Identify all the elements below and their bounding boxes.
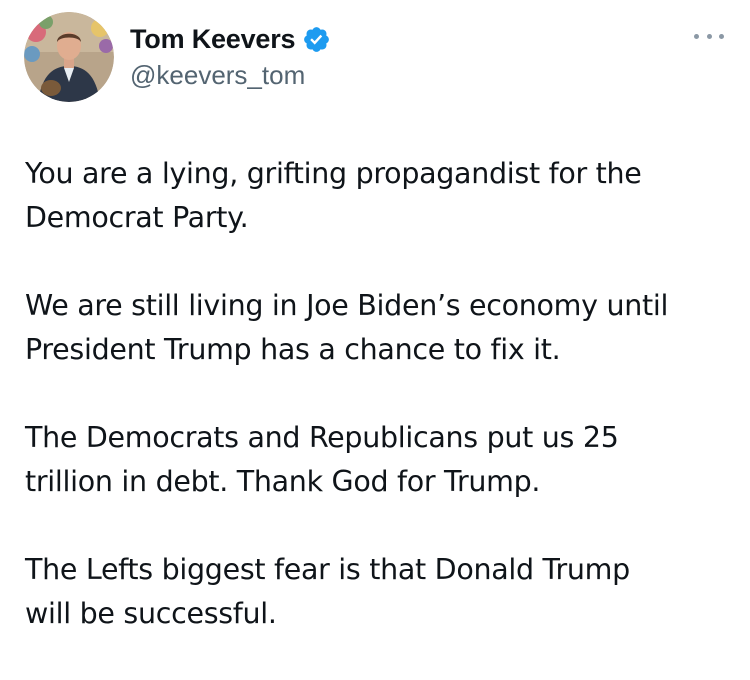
tweet-paragraph: The Lefts biggest fear is that Donald Tr… (25, 553, 630, 630)
tweet-text: You are a lying, grifting propagandist f… (25, 152, 730, 680)
avatar[interactable] (24, 12, 114, 102)
tweet-paragraph: We are still living in Joe Biden’s econo… (25, 289, 669, 366)
dot (706, 33, 712, 39)
verified-badge-icon (302, 25, 331, 54)
author-name-row: Tom Keevers (130, 22, 331, 56)
tweet-paragraph: The Democrats and Republicans put us 25 … (25, 421, 619, 498)
dot (694, 33, 699, 39)
author-handle[interactable]: @keevers_tom (130, 60, 305, 91)
tweet-card: Tom Keevers @keevers_tom You are a lying… (0, 0, 750, 671)
author-display-name[interactable]: Tom Keevers (130, 24, 296, 55)
tweet-paragraph: You are a lying, grifting propagandist f… (25, 157, 642, 234)
more-options-icon[interactable] (694, 30, 724, 42)
dot (719, 33, 724, 39)
